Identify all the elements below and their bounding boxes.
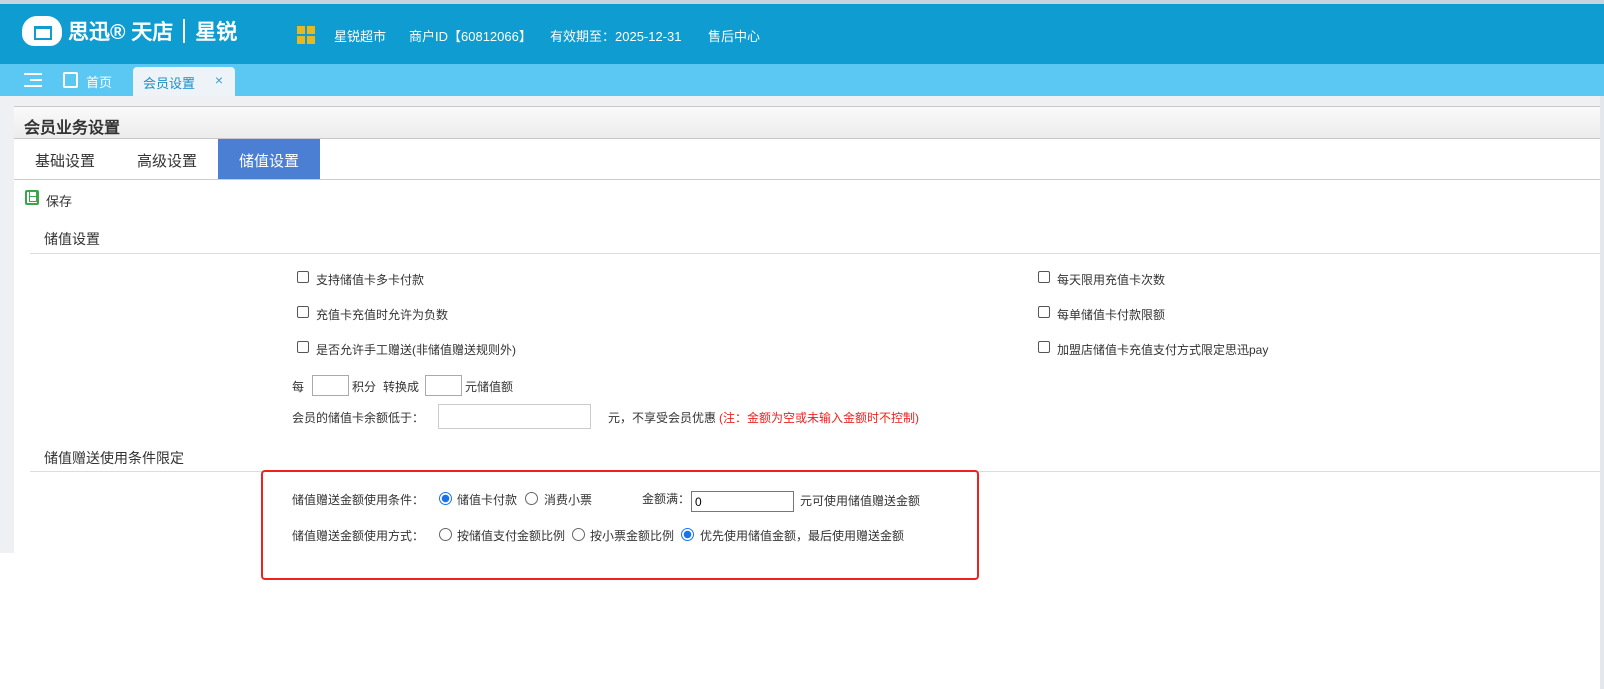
radio-label: 储值卡付款 xyxy=(457,493,518,507)
divider xyxy=(14,179,1604,180)
checkbox-daily-limit[interactable] xyxy=(1038,271,1050,283)
section-title-stored-value: 储值设置 xyxy=(44,231,100,247)
cart-cloud-icon xyxy=(22,16,62,46)
balance-label: 会员的储值卡余额低于： xyxy=(292,411,425,425)
points-prefix: 每 xyxy=(292,380,305,394)
store-name: 星锐超市 xyxy=(334,29,387,44)
save-button[interactable]: 保存 xyxy=(46,191,72,210)
checkbox-label: 是否允许手工赠送(非储值赠送规则外) xyxy=(316,343,516,357)
radio-label: 按小票金额比例 xyxy=(590,529,675,543)
radio-label: 优先使用储值金额，最后使用赠送金额 xyxy=(700,529,905,543)
support-center-link[interactable]: 售后中心 xyxy=(708,26,760,45)
radio-label: 按储值支付金额比例 xyxy=(457,529,566,543)
app-header xyxy=(0,4,1604,64)
logo: 思迅® 天店 星锐 xyxy=(22,14,237,48)
checkbox-per-order-limit[interactable] xyxy=(1038,306,1050,318)
amount-threshold-label: 金额满： xyxy=(642,492,691,506)
checkbox-label: 加盟店储值卡充值支付方式限定思迅pay xyxy=(1057,343,1269,357)
checkbox-label: 每天限用充值卡次数 xyxy=(1057,273,1166,287)
highlight-box xyxy=(261,470,979,580)
divider xyxy=(30,253,1604,254)
amount-threshold-suffix: 元可使用储值赠送金额 xyxy=(800,494,921,508)
points-input[interactable] xyxy=(312,375,349,396)
menu-toggle-icon[interactable] xyxy=(24,73,42,87)
radio-stored-card-payment[interactable] xyxy=(439,492,452,505)
convert-label: 转换成 xyxy=(383,380,420,394)
balance-suffix: 元，不享受会员优惠 xyxy=(608,411,717,425)
tab-advanced-settings[interactable]: 高级设置 xyxy=(116,139,218,180)
checkbox-label: 每单储值卡付款限额 xyxy=(1057,308,1166,322)
section-title-gift: 储值赠送使用条件限定 xyxy=(44,450,184,466)
checkbox-multi-card-payment[interactable] xyxy=(297,271,309,283)
points-label: 积分 xyxy=(352,380,377,394)
logo-divider xyxy=(183,19,186,43)
gift-condition-label: 储值赠送金额使用条件： xyxy=(292,493,425,507)
balance-note: (注：金额为空或未输入金额时不控制) xyxy=(719,411,919,425)
tab-bar xyxy=(0,64,1604,96)
checkbox-label: 充值卡充值时允许为负数 xyxy=(316,308,449,322)
checkbox-allow-negative[interactable] xyxy=(297,306,309,318)
amount-threshold-input[interactable] xyxy=(691,491,794,512)
radio-label: 消费小票 xyxy=(544,493,593,507)
product-name: 星锐 xyxy=(195,21,238,44)
checkbox-franchise-pay-limit[interactable] xyxy=(1038,341,1050,353)
logo-text: 思迅® 天店 xyxy=(68,21,174,44)
amount-suffix: 元储值额 xyxy=(465,380,514,394)
radio-receipt[interactable] xyxy=(525,492,538,505)
radio-stored-first[interactable] xyxy=(681,528,694,541)
tab-home[interactable]: 首页 xyxy=(86,72,112,91)
merchant-id: 商户ID【60812066】 xyxy=(409,29,532,44)
tab-member-settings[interactable]: 会员设置 × xyxy=(133,67,235,96)
expiry-date: 有效期至：2025-12-31 xyxy=(550,29,682,44)
radio-receipt-ratio[interactable] xyxy=(572,528,585,541)
checkbox-label: 支持储值卡多卡付款 xyxy=(316,273,425,287)
tab-label: 会员设置 xyxy=(143,76,196,91)
tab-basic-settings[interactable]: 基础设置 xyxy=(14,139,116,180)
close-icon[interactable]: × xyxy=(215,72,223,88)
qr-code-icon[interactable] xyxy=(297,26,315,44)
panel-title: 会员业务设置 xyxy=(14,107,1604,139)
gift-method-label: 储值赠送金额使用方式： xyxy=(292,529,425,543)
amount-input[interactable] xyxy=(425,375,462,396)
balance-threshold-input[interactable] xyxy=(438,404,591,429)
store-icon xyxy=(63,72,78,88)
save-icon[interactable] xyxy=(25,190,39,205)
tab-stored-value-settings[interactable]: 储值设置 xyxy=(218,139,320,180)
scrollbar-track[interactable] xyxy=(1600,96,1604,689)
checkbox-manual-gift[interactable] xyxy=(297,341,309,353)
radio-stored-ratio[interactable] xyxy=(439,528,452,541)
